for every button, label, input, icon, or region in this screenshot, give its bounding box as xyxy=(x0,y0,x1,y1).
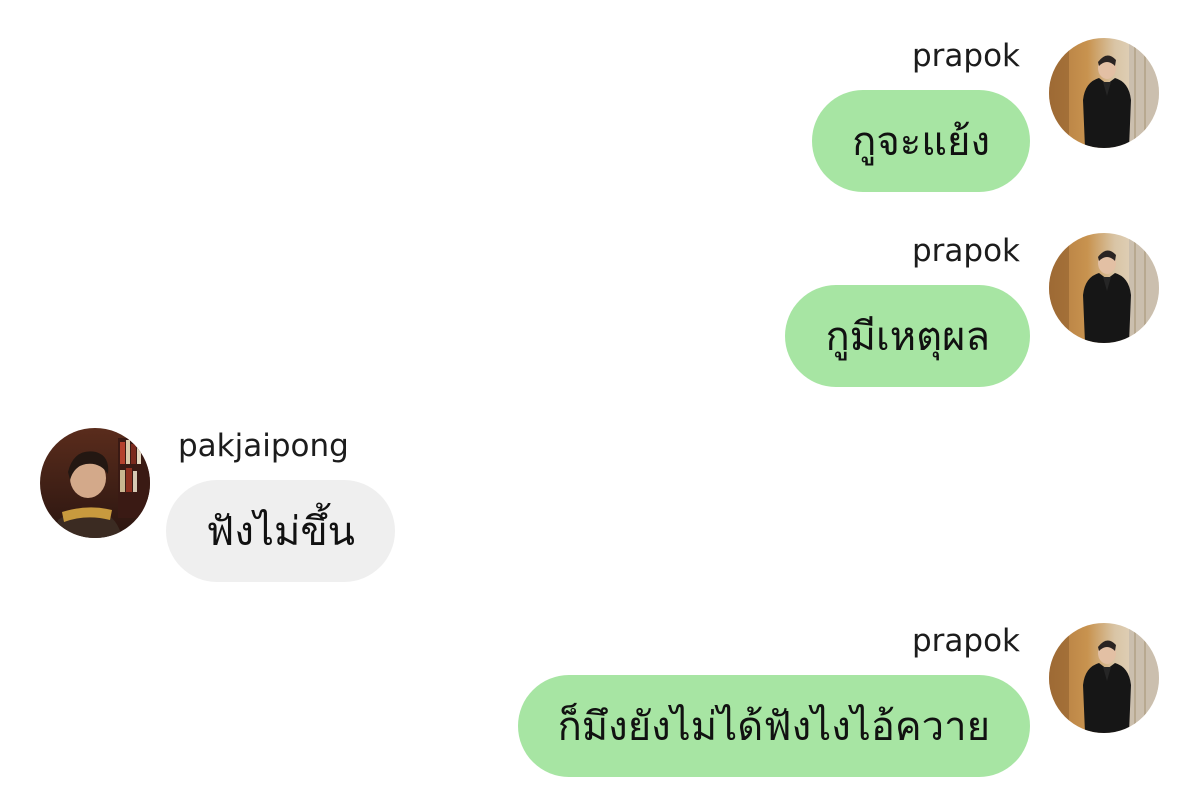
sender-name: prapok xyxy=(911,233,1020,269)
man-in-black-coat-avatar[interactable] xyxy=(1049,233,1159,343)
message-bubble[interactable]: กูจะแย้ง xyxy=(812,90,1030,192)
message-row: prapok กูจะแย้ง xyxy=(0,34,1200,194)
man-in-black-coat-avatar[interactable] xyxy=(1049,38,1159,148)
sender-name: prapok xyxy=(911,623,1020,659)
sender-name: pakjaipong xyxy=(178,428,349,464)
message-row: prapok กูมีเหตุผล xyxy=(0,229,1200,389)
message-row: prapok ก็มึงยังไม่ได้ฟังไงไอ้ควาย xyxy=(0,619,1200,779)
message-bubble[interactable]: ก็มึงยังไม่ได้ฟังไงไอ้ควาย xyxy=(517,675,1030,777)
man-in-black-coat-avatar[interactable] xyxy=(1049,623,1159,733)
man-with-bookshelf-avatar[interactable] xyxy=(40,428,150,538)
message-row: pakjaipong ฟังไม่ขึ้น xyxy=(0,424,1200,584)
message-bubble[interactable]: กูมีเหตุผล xyxy=(785,285,1030,387)
message-bubble[interactable]: ฟังไม่ขึ้น xyxy=(166,480,396,582)
sender-name: prapok xyxy=(911,38,1020,74)
